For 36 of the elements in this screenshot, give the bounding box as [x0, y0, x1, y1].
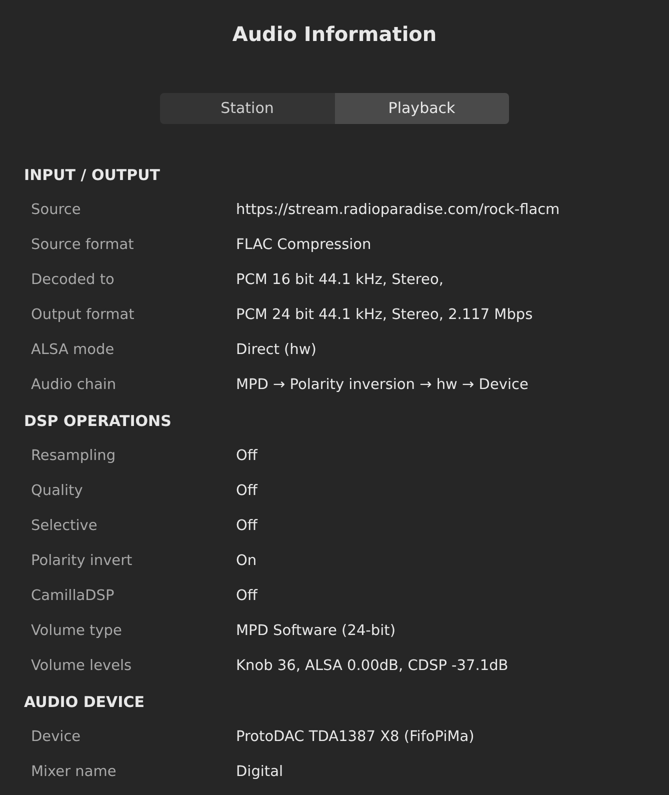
field-value: Direct (hw) — [236, 340, 316, 360]
field-value: PCM 24 bit 44.1 kHz, Stereo, 2.117 Mbps — [236, 306, 533, 325]
field-value: MPD → Polarity inversion → hw → Device — [236, 376, 528, 395]
section-heading: DSP OPERATIONS — [24, 410, 172, 432]
field-label: Polarity invert — [31, 552, 134, 571]
field-value: MPD Software (24-bit) — [236, 622, 396, 641]
field-label: Volume type — [31, 622, 123, 641]
field-value: Digital — [236, 762, 284, 782]
dialog-title: Audio Information — [232, 21, 437, 47]
field-label: Source — [31, 200, 82, 220]
field-label: ALSA mode — [31, 340, 116, 360]
field-value: PCM 16 bit 44.1 kHz, Stereo, — [236, 270, 444, 290]
field-label: Source format — [31, 236, 135, 255]
field-value: Off — [236, 516, 258, 536]
field-value: ProtoDAC TDA1387 X8 (FifoPiMa) — [236, 728, 474, 747]
tab[interactable]: Playback — [334, 93, 509, 124]
field-value: Knob 36, ALSA 0.00dB, CDSP -37.1dB — [236, 656, 508, 676]
field-label: Audio chain — [31, 376, 118, 395]
field-label: Quality — [31, 482, 84, 501]
tab[interactable]: Station — [160, 93, 334, 124]
field-value: Off — [236, 586, 258, 606]
field-label: Decoded to — [31, 270, 116, 290]
field-label: Device — [31, 728, 82, 747]
field-label: Output format — [31, 306, 136, 325]
field-label: Resampling — [31, 446, 117, 466]
field-label: Volume levels — [31, 656, 133, 676]
field-label: Selective — [31, 516, 98, 536]
section-heading: AUDIO DEVICE — [24, 692, 144, 713]
field-label: CamillaDSP — [31, 586, 116, 606]
field-value: Off — [236, 482, 258, 501]
field-value: Off — [236, 446, 258, 466]
field-value: FLAC Compression — [236, 236, 372, 255]
field-value: https://stream.radioparadise.com/rock-flacm — [236, 200, 560, 220]
field-label: Mixer name — [31, 762, 118, 782]
section-heading: INPUT / OUTPUT — [24, 164, 160, 186]
field-value: On — [236, 552, 257, 571]
